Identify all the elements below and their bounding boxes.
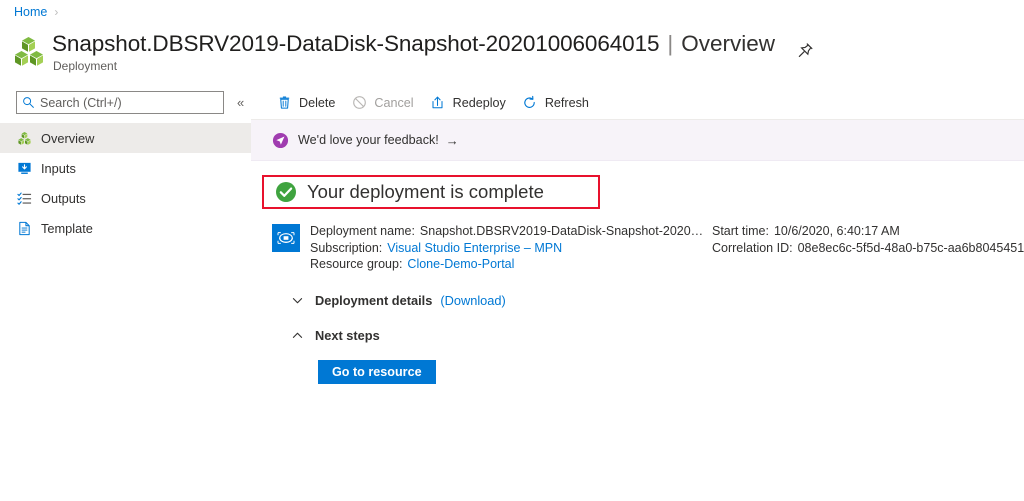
go-to-resource-button[interactable]: Go to resource (318, 359, 436, 384)
sidebar-item-inputs[interactable]: Inputs (0, 153, 251, 183)
subscription-link[interactable]: Visual Studio Enterprise – MPN (387, 240, 562, 257)
detail-deployment-name: Deployment name: Snapshot.DBSRV2019-Data… (310, 223, 712, 240)
detail-label: Subscription: (310, 240, 383, 255)
delete-button[interactable]: Delete (272, 90, 344, 116)
sidebar: « Overview (0, 86, 251, 501)
detail-label: Start time: (712, 224, 769, 238)
detail-subscription: Subscription: Visual Studio Enterprise –… (310, 240, 712, 257)
detail-value: 08e8ec6c-5f5d-48a0-b75c-aa6b80454513 (797, 240, 1024, 255)
outputs-checklist-icon (16, 190, 32, 206)
sidebar-item-label: Overview (41, 130, 95, 146)
details-right-column: Start time: 10/6/2020, 6:40:17 AM Correl… (712, 223, 1024, 273)
detail-value: 10/6/2020, 6:40:17 AM (773, 224, 900, 238)
details-left-column: Deployment name: Snapshot.DBSRV2019-Data… (310, 223, 712, 273)
deployment-cubes-icon (12, 35, 46, 69)
next-steps-title: Next steps (315, 328, 380, 343)
main-content: Delete Cancel Redeploy Refresh We'd love… (251, 86, 1024, 501)
template-document-icon (16, 220, 32, 236)
feedback-text[interactable]: We'd love your feedback! (298, 133, 439, 147)
refresh-icon (522, 95, 538, 111)
chevron-up-icon (290, 329, 304, 343)
detail-correlation-id: Correlation ID: 08e8ec6c-5f5d-48a0-b75c-… (712, 240, 1024, 257)
feedback-arrow-icon[interactable]: → (446, 133, 459, 148)
trash-icon (276, 95, 292, 111)
status-row: Your deployment is complete (272, 175, 1024, 209)
deployment-details-title: Deployment details (315, 293, 433, 308)
detail-value: Snapshot.DBSRV2019-DataDisk-Snapshot-202… (419, 224, 704, 238)
next-steps-toggle[interactable]: Next steps (251, 325, 1024, 347)
upload-icon (430, 95, 446, 111)
redeploy-button[interactable]: Redeploy (426, 90, 515, 116)
download-link[interactable]: (Download) (440, 293, 505, 308)
deployment-resource-icon (272, 224, 300, 252)
sidebar-item-label: Inputs (41, 160, 76, 176)
deployment-cubes-icon (16, 130, 32, 146)
search-box[interactable] (16, 91, 224, 114)
detail-resource-group: Resource group: Clone-Demo-Portal (310, 256, 712, 273)
details-columns: Deployment name: Snapshot.DBSRV2019-Data… (310, 223, 1024, 273)
search-icon (22, 96, 35, 109)
feedback-send-icon (272, 132, 289, 149)
page-header: Snapshot.DBSRV2019-DataDisk-Snapshot-202… (12, 30, 814, 73)
refresh-button[interactable]: Refresh (518, 90, 598, 116)
detail-label: Deployment name: (310, 224, 415, 238)
inputs-monitor-icon (16, 160, 32, 176)
status-text: Your deployment is complete (307, 181, 544, 202)
page-title-divider: | (667, 31, 674, 56)
sidebar-nav-list: Overview Inputs Outputs Template (0, 123, 251, 243)
sidebar-item-label: Template (41, 220, 93, 236)
cancel-button-label: Cancel (374, 95, 414, 110)
success-check-icon (275, 181, 297, 203)
sidebar-item-overview[interactable]: Overview (0, 123, 251, 153)
redeploy-button-label: Redeploy (452, 95, 506, 110)
chevron-down-icon (290, 294, 304, 308)
deployment-status-section: Your deployment is complete (251, 175, 1024, 209)
detail-label: Correlation ID: (712, 240, 793, 255)
refresh-button-label: Refresh (544, 95, 589, 110)
page-subtitle: Deployment (53, 59, 118, 73)
sidebar-collapse-button[interactable]: « (237, 95, 244, 110)
page-title: Snapshot.DBSRV2019-DataDisk-Snapshot-202… (52, 30, 814, 58)
delete-button-label: Delete (299, 95, 336, 110)
sidebar-item-template[interactable]: Template (0, 213, 251, 243)
sidebar-item-label: Outputs (41, 190, 86, 206)
command-toolbar: Delete Cancel Redeploy Refresh (251, 86, 1024, 120)
breadcrumb: Home › (14, 5, 58, 19)
page-title-resource-name: Snapshot.DBSRV2019-DataDisk-Snapshot-202… (52, 31, 660, 56)
resource-group-link[interactable]: Clone-Demo-Portal (407, 256, 514, 273)
breadcrumb-separator-icon: › (54, 5, 59, 19)
deployment-details-toggle[interactable]: Deployment details (Download) (251, 290, 1024, 312)
detail-start-time: Start time: 10/6/2020, 6:40:17 AM (712, 223, 1024, 240)
pin-icon[interactable] (797, 38, 814, 57)
feedback-banner[interactable]: We'd love your feedback! → (251, 120, 1024, 161)
sidebar-search-row: « (0, 86, 251, 114)
deployment-details-summary: Deployment name: Snapshot.DBSRV2019-Data… (251, 223, 1024, 273)
detail-label: Resource group: (310, 257, 403, 271)
page-title-section: Overview (681, 31, 776, 56)
sidebar-item-outputs[interactable]: Outputs (0, 183, 251, 213)
block-icon (351, 95, 367, 111)
search-input[interactable] (40, 95, 218, 110)
breadcrumb-home-link[interactable]: Home (14, 5, 47, 19)
cancel-button[interactable]: Cancel (347, 90, 422, 116)
